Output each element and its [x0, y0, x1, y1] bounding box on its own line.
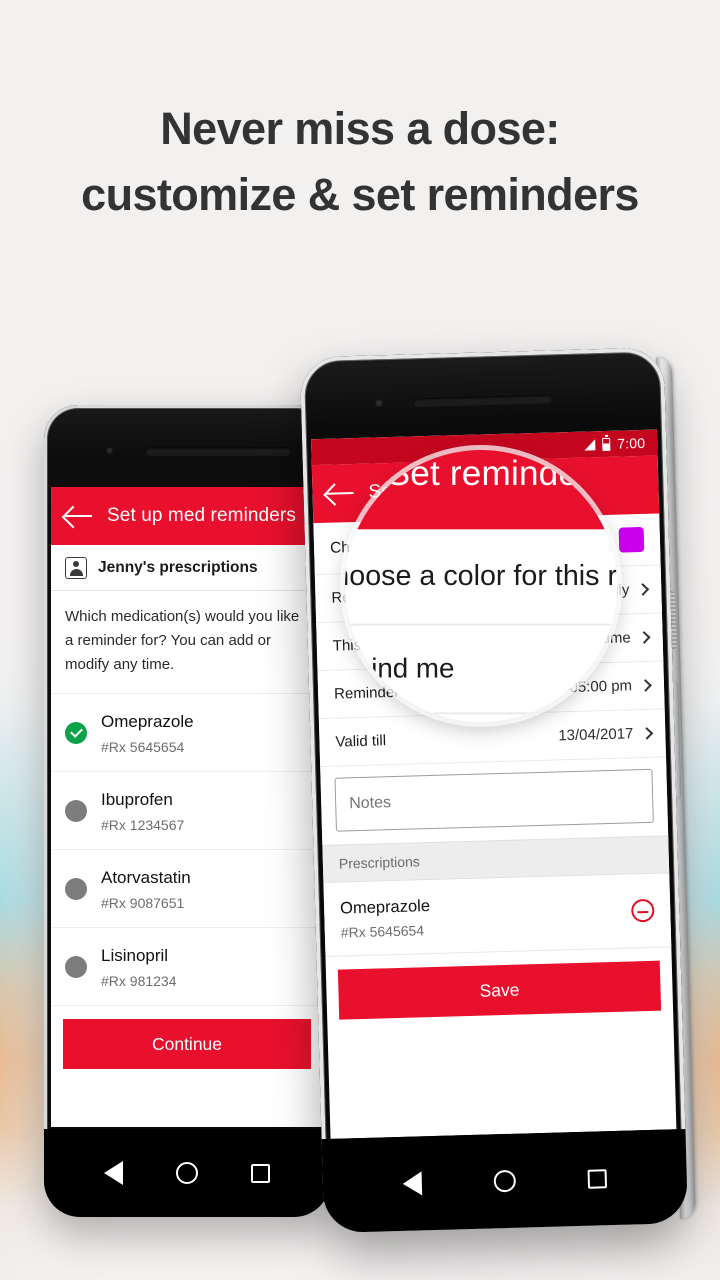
arrow-left-icon[interactable]: [65, 505, 95, 527]
left-appbar-title: Set up med reminders: [107, 505, 296, 526]
notes-input[interactable]: [334, 768, 654, 832]
left-android-navbar: [44, 1129, 330, 1217]
magnified-remind-me-label: Remind me: [345, 653, 455, 685]
back-triangle-icon[interactable]: [104, 1161, 124, 1185]
home-circle-icon[interactable]: [175, 1162, 198, 1184]
left-phone-screen: Set up med reminders Jenny's prescriptio…: [51, 487, 323, 1127]
prescription-name: Omeprazole: [339, 896, 431, 918]
prescription-row[interactable]: Omeprazole #Rx 5645654: [323, 873, 672, 957]
prescription-rx: #Rx 5645654: [340, 921, 425, 941]
home-circle-icon[interactable]: [493, 1169, 517, 1193]
arrow-left-icon[interactable]: [345, 455, 364, 496]
magnifier-loupe: Set reminder Choose a color for this rem…: [345, 450, 617, 722]
magnified-choose-color-label: Choose a color for this reminder: [345, 559, 617, 592]
magnified-appbar-title: Set reminder: [386, 455, 591, 495]
medication-rx: #Rx 1234567: [101, 816, 185, 833]
page-title: Never miss a dose: customize & set remin…: [0, 96, 720, 228]
left-appbar: Set up med reminders: [51, 487, 323, 545]
medication-name: Omeprazole: [101, 711, 194, 731]
list-item[interactable]: Lisinopril #Rx 981234: [51, 928, 323, 1006]
valid-till-value: 13/04/2017: [558, 725, 634, 745]
status-time: 7:00: [616, 434, 646, 452]
headline-line-2: customize & set reminders: [81, 169, 639, 220]
chevron-right-icon: [636, 583, 650, 596]
person-name: Jenny's prescriptions: [98, 558, 258, 576]
magnifier-content: Set reminder Choose a color for this rem…: [345, 450, 617, 722]
chevron-right-icon: [637, 631, 651, 644]
continue-button[interactable]: Continue: [63, 1019, 311, 1069]
color-swatch[interactable]: [618, 526, 645, 553]
valid-till-label: Valid till: [335, 732, 387, 751]
medication-name: Ibuprofen: [101, 789, 173, 809]
list-item[interactable]: Atorvastatin #Rx 9087651: [51, 850, 323, 928]
magnified-frequency-row[interactable]: This med... 1 time: [345, 714, 617, 722]
medication-rx: #Rx 981234: [101, 972, 177, 989]
chevron-right-icon: [639, 679, 652, 692]
magnified-appbar: Set reminder: [345, 450, 617, 530]
medication-name: Lisinopril: [101, 945, 169, 965]
intro-text: Which medication(s) would you like a rem…: [51, 591, 323, 694]
right-android-navbar: [321, 1129, 689, 1234]
select-circle-icon[interactable]: [65, 799, 87, 822]
medication-rx: #Rx 5645654: [101, 738, 185, 755]
save-button[interactable]: Save: [337, 960, 662, 1020]
front-camera-icon: [106, 447, 113, 454]
recents-square-icon[interactable]: [587, 1168, 608, 1189]
medication-rx: #Rx 9087651: [101, 894, 185, 911]
left-phone-top-bezel: [44, 405, 330, 485]
recents-square-icon[interactable]: [250, 1163, 270, 1183]
headline-line-1: Never miss a dose:: [160, 103, 560, 154]
earpiece-speaker: [146, 447, 291, 455]
list-item[interactable]: Omeprazole #Rx 5645654: [51, 694, 323, 772]
back-triangle-icon[interactable]: [402, 1171, 423, 1196]
select-circle-icon[interactable]: [65, 955, 87, 978]
list-item[interactable]: Ibuprofen #Rx 1234567: [51, 772, 323, 850]
signal-bars-icon: [584, 438, 596, 451]
magnified-choose-color-row[interactable]: Choose a color for this reminder: [345, 529, 617, 626]
medication-name: Atorvastatin: [101, 867, 191, 887]
chevron-right-icon: [640, 727, 654, 740]
left-phone-mockup: Set up med reminders Jenny's prescriptio…: [44, 405, 330, 1217]
magnified-remind-me-row[interactable]: Remind me Daily: [345, 625, 617, 715]
person-row[interactable]: Jenny's prescriptions: [51, 545, 323, 591]
remove-circle-icon[interactable]: [630, 898, 655, 923]
battery-icon: [602, 437, 611, 451]
check-circle-icon[interactable]: [65, 721, 87, 744]
select-circle-icon[interactable]: [65, 877, 87, 900]
notes-wrapper: [320, 757, 669, 846]
person-icon: [65, 556, 87, 579]
